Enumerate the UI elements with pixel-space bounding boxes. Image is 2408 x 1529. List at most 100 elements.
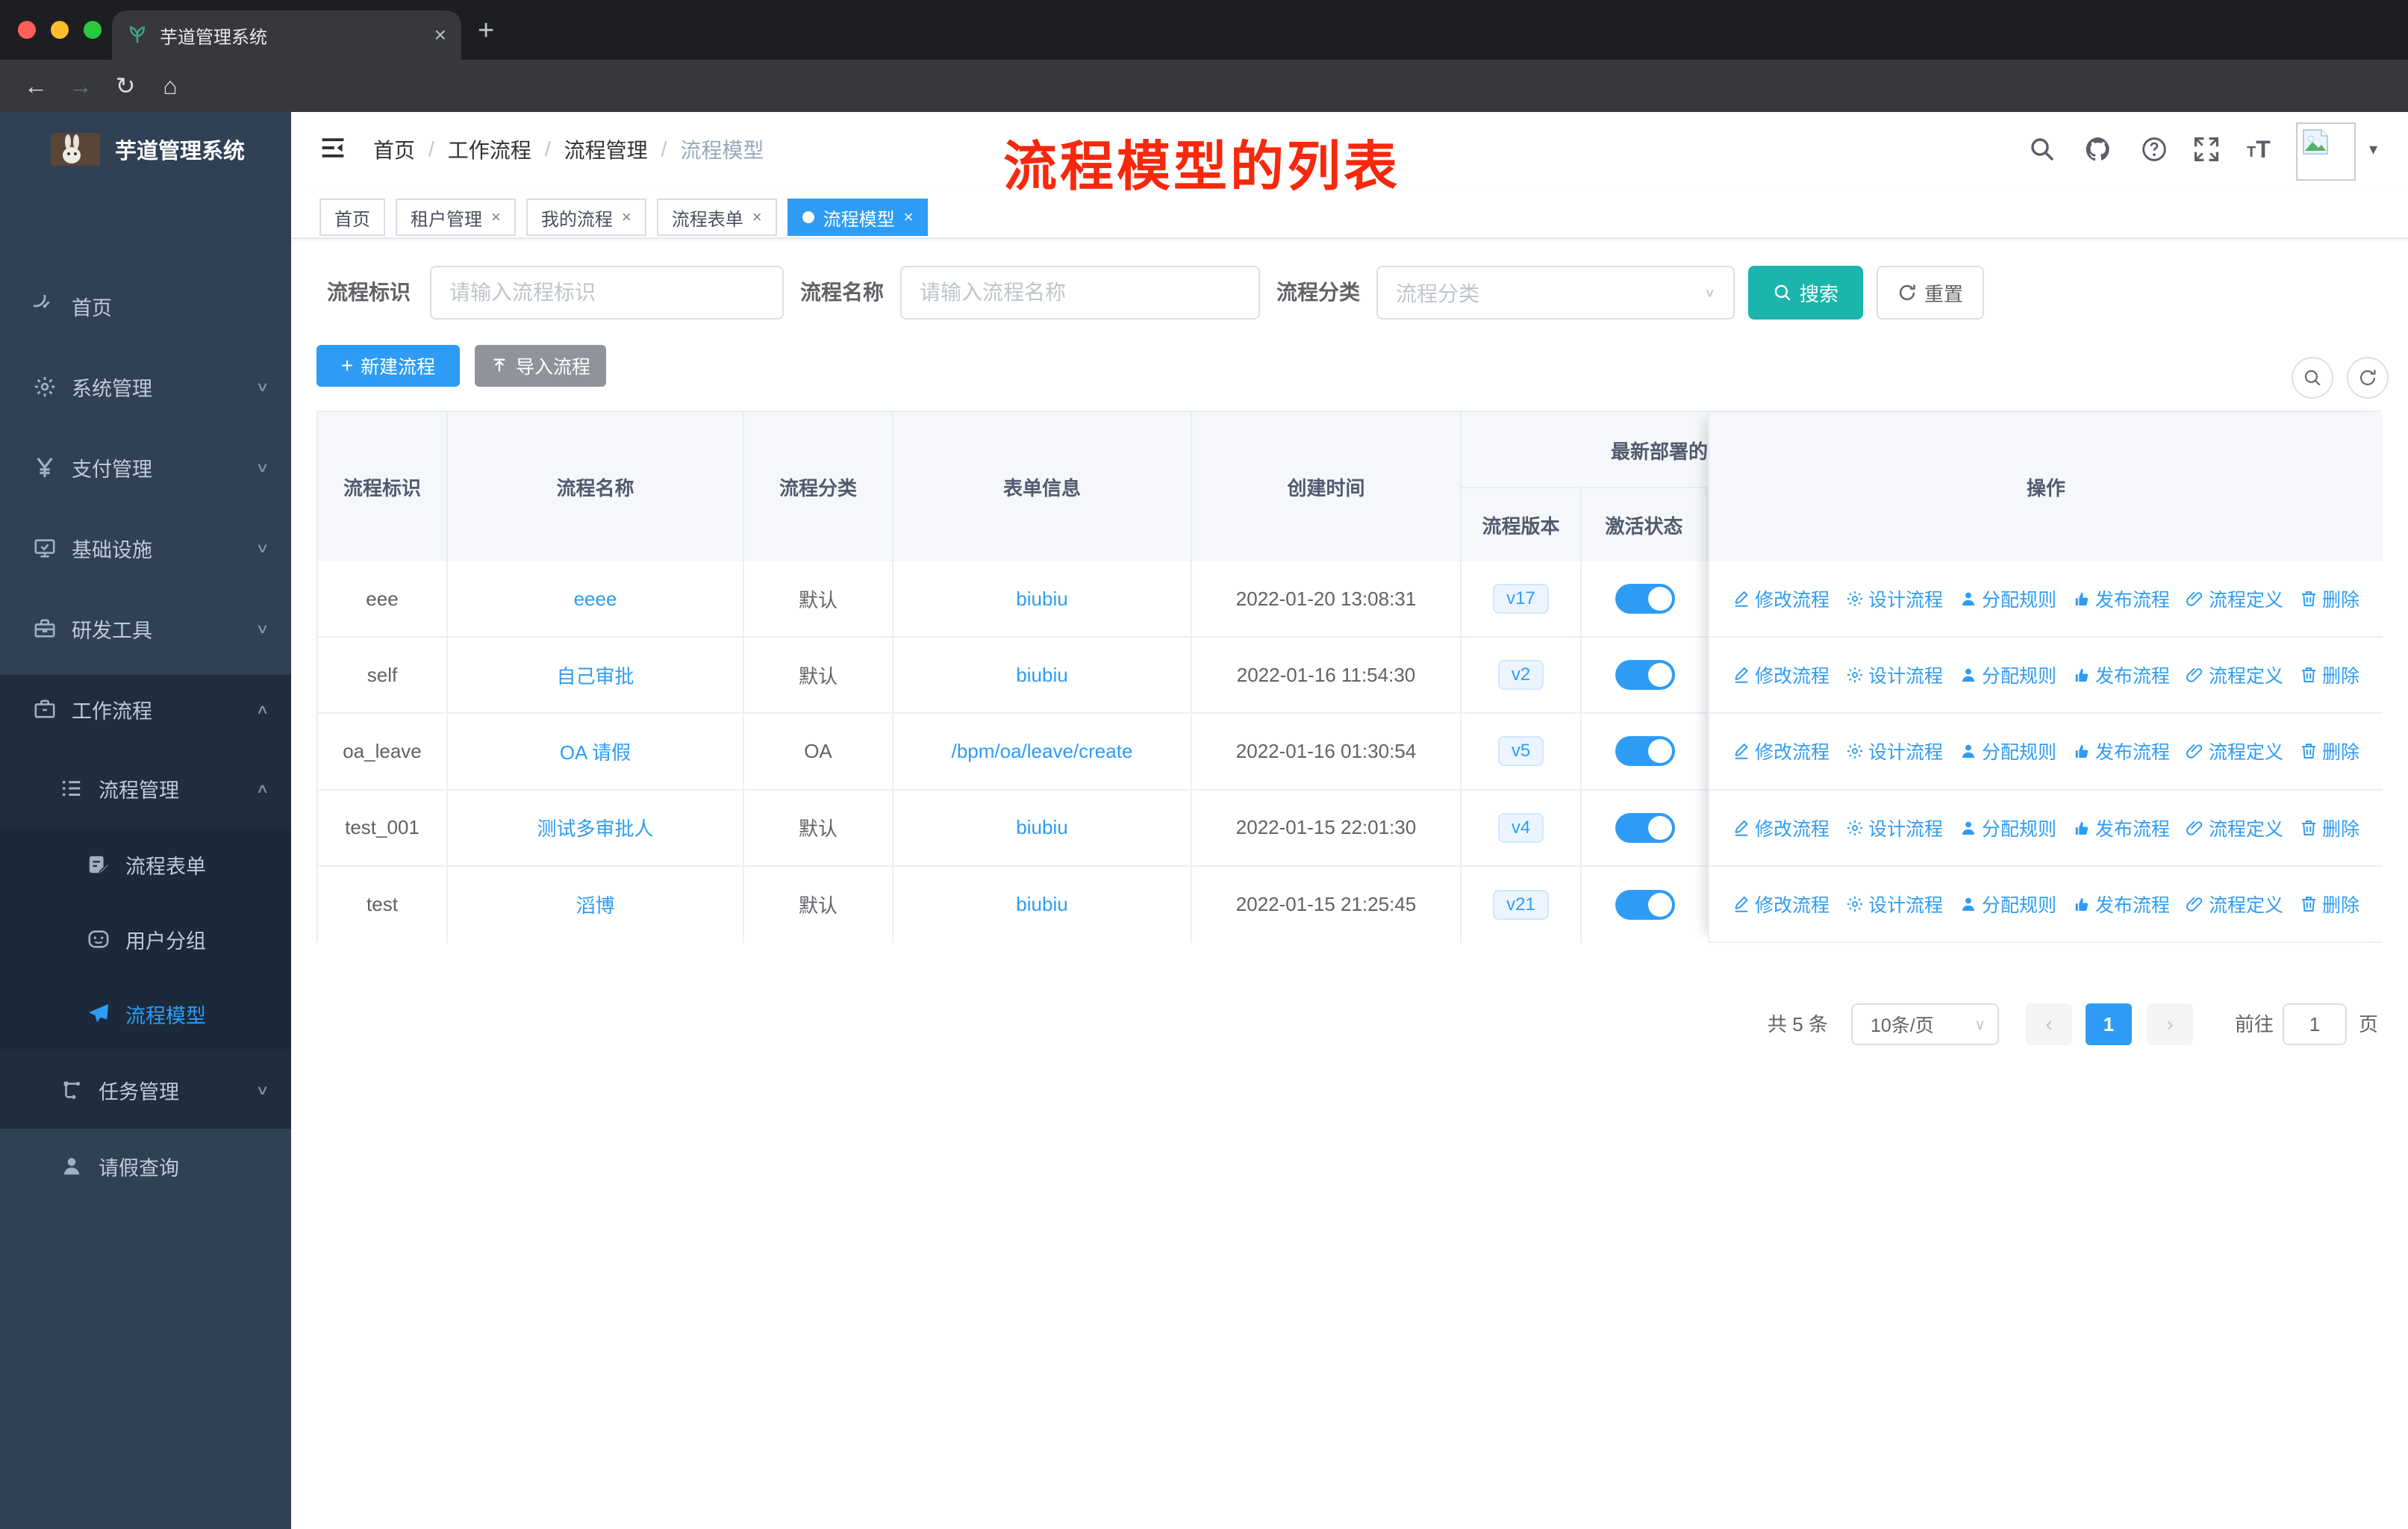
action-分配规则[interactable]: 分配规则 xyxy=(1959,585,2056,612)
sidebar-item-home[interactable]: 首页 xyxy=(0,266,291,346)
action-修改流程[interactable]: 修改流程 xyxy=(1732,585,1830,612)
filter-category-select[interactable]: 流程分类 ∨ xyxy=(1376,266,1735,320)
cell-form[interactable]: biubiu xyxy=(893,790,1192,865)
filter-key-input[interactable] xyxy=(430,266,784,320)
action-删除[interactable]: 删除 xyxy=(2300,738,2359,764)
cell-form[interactable]: biubiu xyxy=(893,866,1192,943)
cell-form[interactable]: /bpm/oa/leave/create xyxy=(893,714,1192,789)
action-设计流程[interactable]: 设计流程 xyxy=(1846,738,1943,764)
help-icon[interactable] xyxy=(2141,112,2168,187)
cell-name[interactable]: eeee xyxy=(448,561,744,637)
search-button[interactable]: 搜索 xyxy=(1748,266,1863,320)
version-badge[interactable]: v2 xyxy=(1497,660,1544,691)
window-minimize-button[interactable] xyxy=(51,21,69,39)
action-发布流程[interactable]: 发布流程 xyxy=(2073,738,2170,764)
action-修改流程[interactable]: 修改流程 xyxy=(1732,891,1830,918)
prev-page-button[interactable]: ‹ xyxy=(2026,1003,2072,1045)
action-修改流程[interactable]: 修改流程 xyxy=(1732,815,1830,841)
sidebar-item-briefcase[interactable]: 工作流程 ∧ xyxy=(0,669,291,750)
current-page-button[interactable]: 1 xyxy=(2086,1003,2132,1045)
tag-close-icon[interactable]: × xyxy=(752,208,762,227)
tag-close-icon[interactable]: × xyxy=(904,208,914,227)
sidebar-item-face[interactable]: 用户分组 xyxy=(0,902,291,977)
action-流程定义[interactable]: 流程定义 xyxy=(2186,891,2283,918)
browser-tab[interactable]: 芋道管理系统 × xyxy=(112,10,461,60)
new-tab-button[interactable]: + xyxy=(478,15,494,47)
action-分配规则[interactable]: 分配规则 xyxy=(1959,738,2056,764)
action-修改流程[interactable]: 修改流程 xyxy=(1732,738,1830,764)
action-发布流程[interactable]: 发布流程 xyxy=(2073,661,2170,688)
breadcrumb-item[interactable]: 首页 xyxy=(373,134,415,164)
active-toggle[interactable] xyxy=(1615,660,1675,691)
version-badge[interactable]: v21 xyxy=(1493,889,1549,920)
tag-item[interactable]: 首页 xyxy=(319,199,385,236)
action-删除[interactable]: 删除 xyxy=(2300,661,2359,688)
avatar-caret-icon[interactable]: ▾ xyxy=(2369,112,2377,187)
action-流程定义[interactable]: 流程定义 xyxy=(2186,738,2283,764)
breadcrumb-item[interactable]: 工作流程 xyxy=(448,134,531,164)
active-toggle[interactable] xyxy=(1615,889,1675,920)
sidebar-item-form[interactable]: 流程表单 xyxy=(0,827,291,902)
tag-item[interactable]: 流程表单 × xyxy=(656,199,777,236)
action-删除[interactable]: 删除 xyxy=(2300,815,2359,841)
action-发布流程[interactable]: 发布流程 xyxy=(2073,891,2170,918)
header-search-icon[interactable] xyxy=(2029,112,2056,187)
tag-item[interactable]: 租户管理 × xyxy=(396,199,516,236)
avatar[interactable] xyxy=(2296,122,2356,181)
sidebar-item-gear[interactable]: 系统管理 ∨ xyxy=(0,346,291,427)
cell-name[interactable]: OA 请假 xyxy=(448,714,744,789)
window-close-button[interactable] xyxy=(18,21,36,39)
sidebar-item-person[interactable]: 请假查询 xyxy=(0,1129,291,1203)
forward-icon[interactable]: → xyxy=(63,60,99,112)
toggle-search-panel-button[interactable] xyxy=(2292,357,2333,399)
action-设计流程[interactable]: 设计流程 xyxy=(1846,891,1943,918)
action-分配规则[interactable]: 分配规则 xyxy=(1959,815,2056,841)
sidebar-item-list[interactable]: 流程管理 ∧ xyxy=(0,750,291,827)
create-process-button[interactable]: + 新建流程 xyxy=(316,345,460,387)
next-page-button[interactable]: › xyxy=(2147,1003,2193,1045)
tab-close-icon[interactable]: × xyxy=(434,23,446,47)
cell-name[interactable]: 滔博 xyxy=(448,866,744,943)
filter-name-input[interactable] xyxy=(900,266,1260,320)
tag-active[interactable]: 流程模型 × xyxy=(787,199,929,236)
action-设计流程[interactable]: 设计流程 xyxy=(1846,661,1943,688)
sidebar-item-toolbox[interactable]: 研发工具 ∨ xyxy=(0,588,291,669)
action-分配规则[interactable]: 分配规则 xyxy=(1959,891,2056,918)
back-icon[interactable]: ← xyxy=(18,60,54,112)
action-设计流程[interactable]: 设计流程 xyxy=(1846,585,1943,612)
page-size-select[interactable]: 10条/页 ∨ xyxy=(1851,1003,1999,1045)
breadcrumb-item[interactable]: 流程管理 xyxy=(564,134,648,164)
refresh-table-button[interactable] xyxy=(2347,357,2389,399)
action-删除[interactable]: 删除 xyxy=(2300,891,2359,918)
version-badge[interactable]: v5 xyxy=(1497,736,1544,767)
action-流程定义[interactable]: 流程定义 xyxy=(2186,815,2283,841)
action-删除[interactable]: 删除 xyxy=(2300,585,2359,612)
active-toggle[interactable] xyxy=(1615,812,1675,843)
reset-button[interactable]: 重置 xyxy=(1877,266,1984,320)
goto-page-input[interactable] xyxy=(2283,1003,2347,1045)
cell-name[interactable]: 自己审批 xyxy=(448,638,744,713)
active-toggle[interactable] xyxy=(1615,584,1675,614)
fullscreen-icon[interactable] xyxy=(2193,112,2220,187)
cell-name[interactable]: 测试多审批人 xyxy=(448,790,744,865)
action-流程定义[interactable]: 流程定义 xyxy=(2186,661,2283,688)
version-badge[interactable]: v17 xyxy=(1493,584,1549,614)
active-toggle[interactable] xyxy=(1615,736,1675,767)
reload-icon[interactable]: ↻ xyxy=(107,60,143,112)
collapse-sidebar-icon[interactable] xyxy=(319,134,346,161)
import-process-button[interactable]: 导入流程 xyxy=(475,345,606,387)
version-badge[interactable]: v4 xyxy=(1497,812,1544,843)
github-icon[interactable] xyxy=(2084,112,2112,187)
action-设计流程[interactable]: 设计流程 xyxy=(1846,815,1943,841)
window-zoom-button[interactable] xyxy=(84,21,102,39)
action-发布流程[interactable]: 发布流程 xyxy=(2073,815,2170,841)
tag-item[interactable]: 我的流程 × xyxy=(525,199,646,236)
sidebar-item-plane[interactable]: 流程模型 xyxy=(0,977,291,1051)
action-流程定义[interactable]: 流程定义 xyxy=(2186,585,2283,612)
home-icon[interactable]: ⌂ xyxy=(152,60,188,112)
sidebar-item-yen[interactable]: 支付管理 ∨ xyxy=(0,427,291,508)
tag-close-icon[interactable]: × xyxy=(622,208,631,227)
sidebar-item-tree[interactable]: 任务管理 ∨ xyxy=(0,1051,291,1129)
sidebar-logo[interactable]: 芋道管理系统 xyxy=(0,112,291,187)
sidebar-item-monitor[interactable]: 基础设施 ∨ xyxy=(0,508,291,588)
